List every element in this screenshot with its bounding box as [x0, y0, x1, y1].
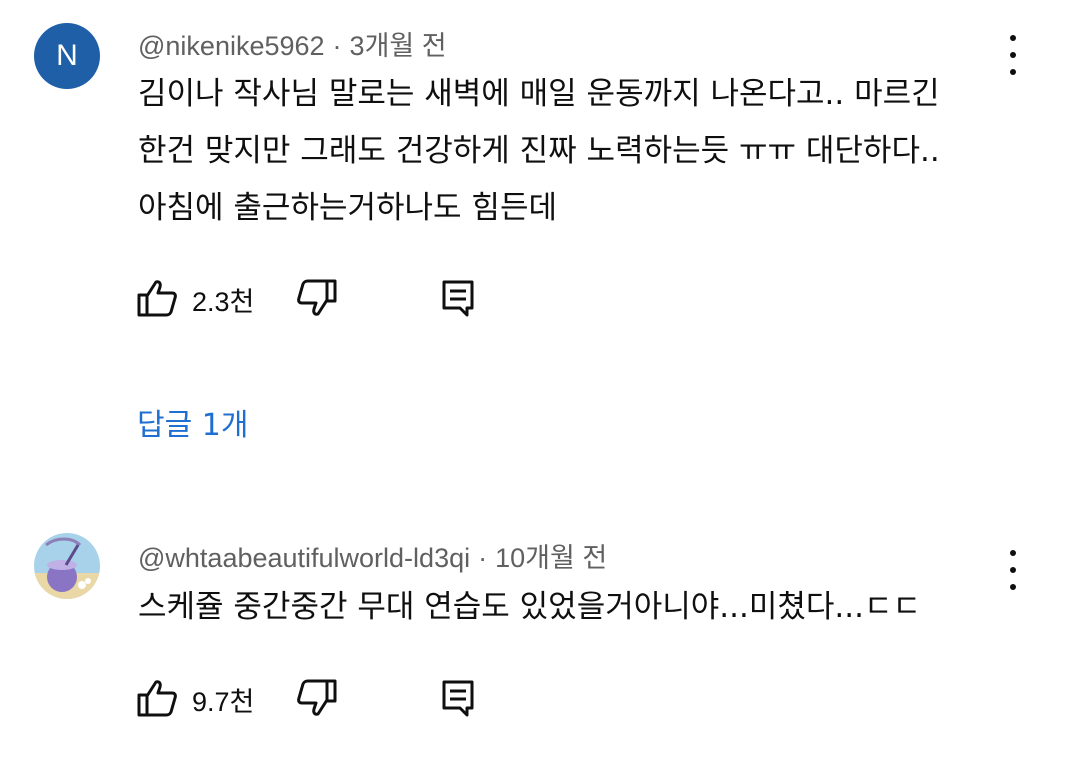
reply-icon[interactable]: [438, 678, 480, 718]
meta-separator: ·: [478, 543, 488, 573]
comment-1: N @nikenike5962 · 3개월 전 김이나 작사님 말로는 새벽에 매일…: [0, 0, 1080, 470]
like-icon[interactable]: [136, 278, 178, 318]
more-options-icon[interactable]: [998, 550, 1028, 590]
comment-line: 김이나 작사님 말로는 새벽에 매일 운동까지 나온다고.. 마르긴: [138, 76, 940, 112]
comment-meta: @nikenike5962 · 3개월 전: [138, 24, 447, 63]
comment-meta: @whtaabeautifulworld-ld3qi · 10개월 전: [138, 536, 607, 575]
reply-icon[interactable]: [438, 278, 480, 318]
comment-actions: 2.3천: [136, 278, 496, 318]
dislike-icon[interactable]: [296, 678, 338, 718]
avatar-letter: N: [56, 39, 78, 72]
avatar[interactable]: [34, 533, 100, 599]
view-replies-link[interactable]: 답글 1개: [137, 400, 248, 444]
meta-separator: ·: [332, 31, 342, 61]
like-count: 9.7천: [192, 687, 255, 717]
avatar[interactable]: N: [34, 23, 100, 89]
like-icon[interactable]: [136, 678, 178, 718]
comment-author[interactable]: @whtaabeautifulworld-ld3qi: [138, 543, 470, 573]
comment-text: 김이나 작사님 말로는 새벽에 매일 운동까지 나온다고.. 마르긴 한건 맞지…: [138, 66, 998, 237]
comment-time: 10개월 전: [495, 543, 608, 573]
dislike-icon[interactable]: [296, 278, 338, 318]
comment-2: @whtaabeautifulworld-ld3qi · 10개월 전 스케쥴 중간…: [0, 510, 1080, 766]
comment-line: 한건 맞지만 그래도 건강하게 진짜 노력하는듯 ㅠㅠ 대단하다..: [138, 133, 940, 169]
comment-line: 스케쥴 중간중간 무대 연습도 있었을거아니야...미쳤다...ㄷㄷ: [138, 589, 922, 625]
comment-actions: 9.7천: [136, 678, 496, 718]
comment-text: 스케쥴 중간중간 무대 연습도 있었을거아니야...미쳤다...ㄷㄷ: [138, 579, 998, 636]
coconut-drink-avatar-icon: [34, 533, 100, 599]
more-options-icon[interactable]: [998, 35, 1028, 75]
like-count: 2.3천: [192, 287, 255, 317]
comment-line: 아침에 출근하는거하나도 힘든데: [138, 190, 557, 226]
comment-author[interactable]: @nikenike5962: [138, 31, 325, 61]
comment-time: 3개월 전: [349, 31, 447, 61]
